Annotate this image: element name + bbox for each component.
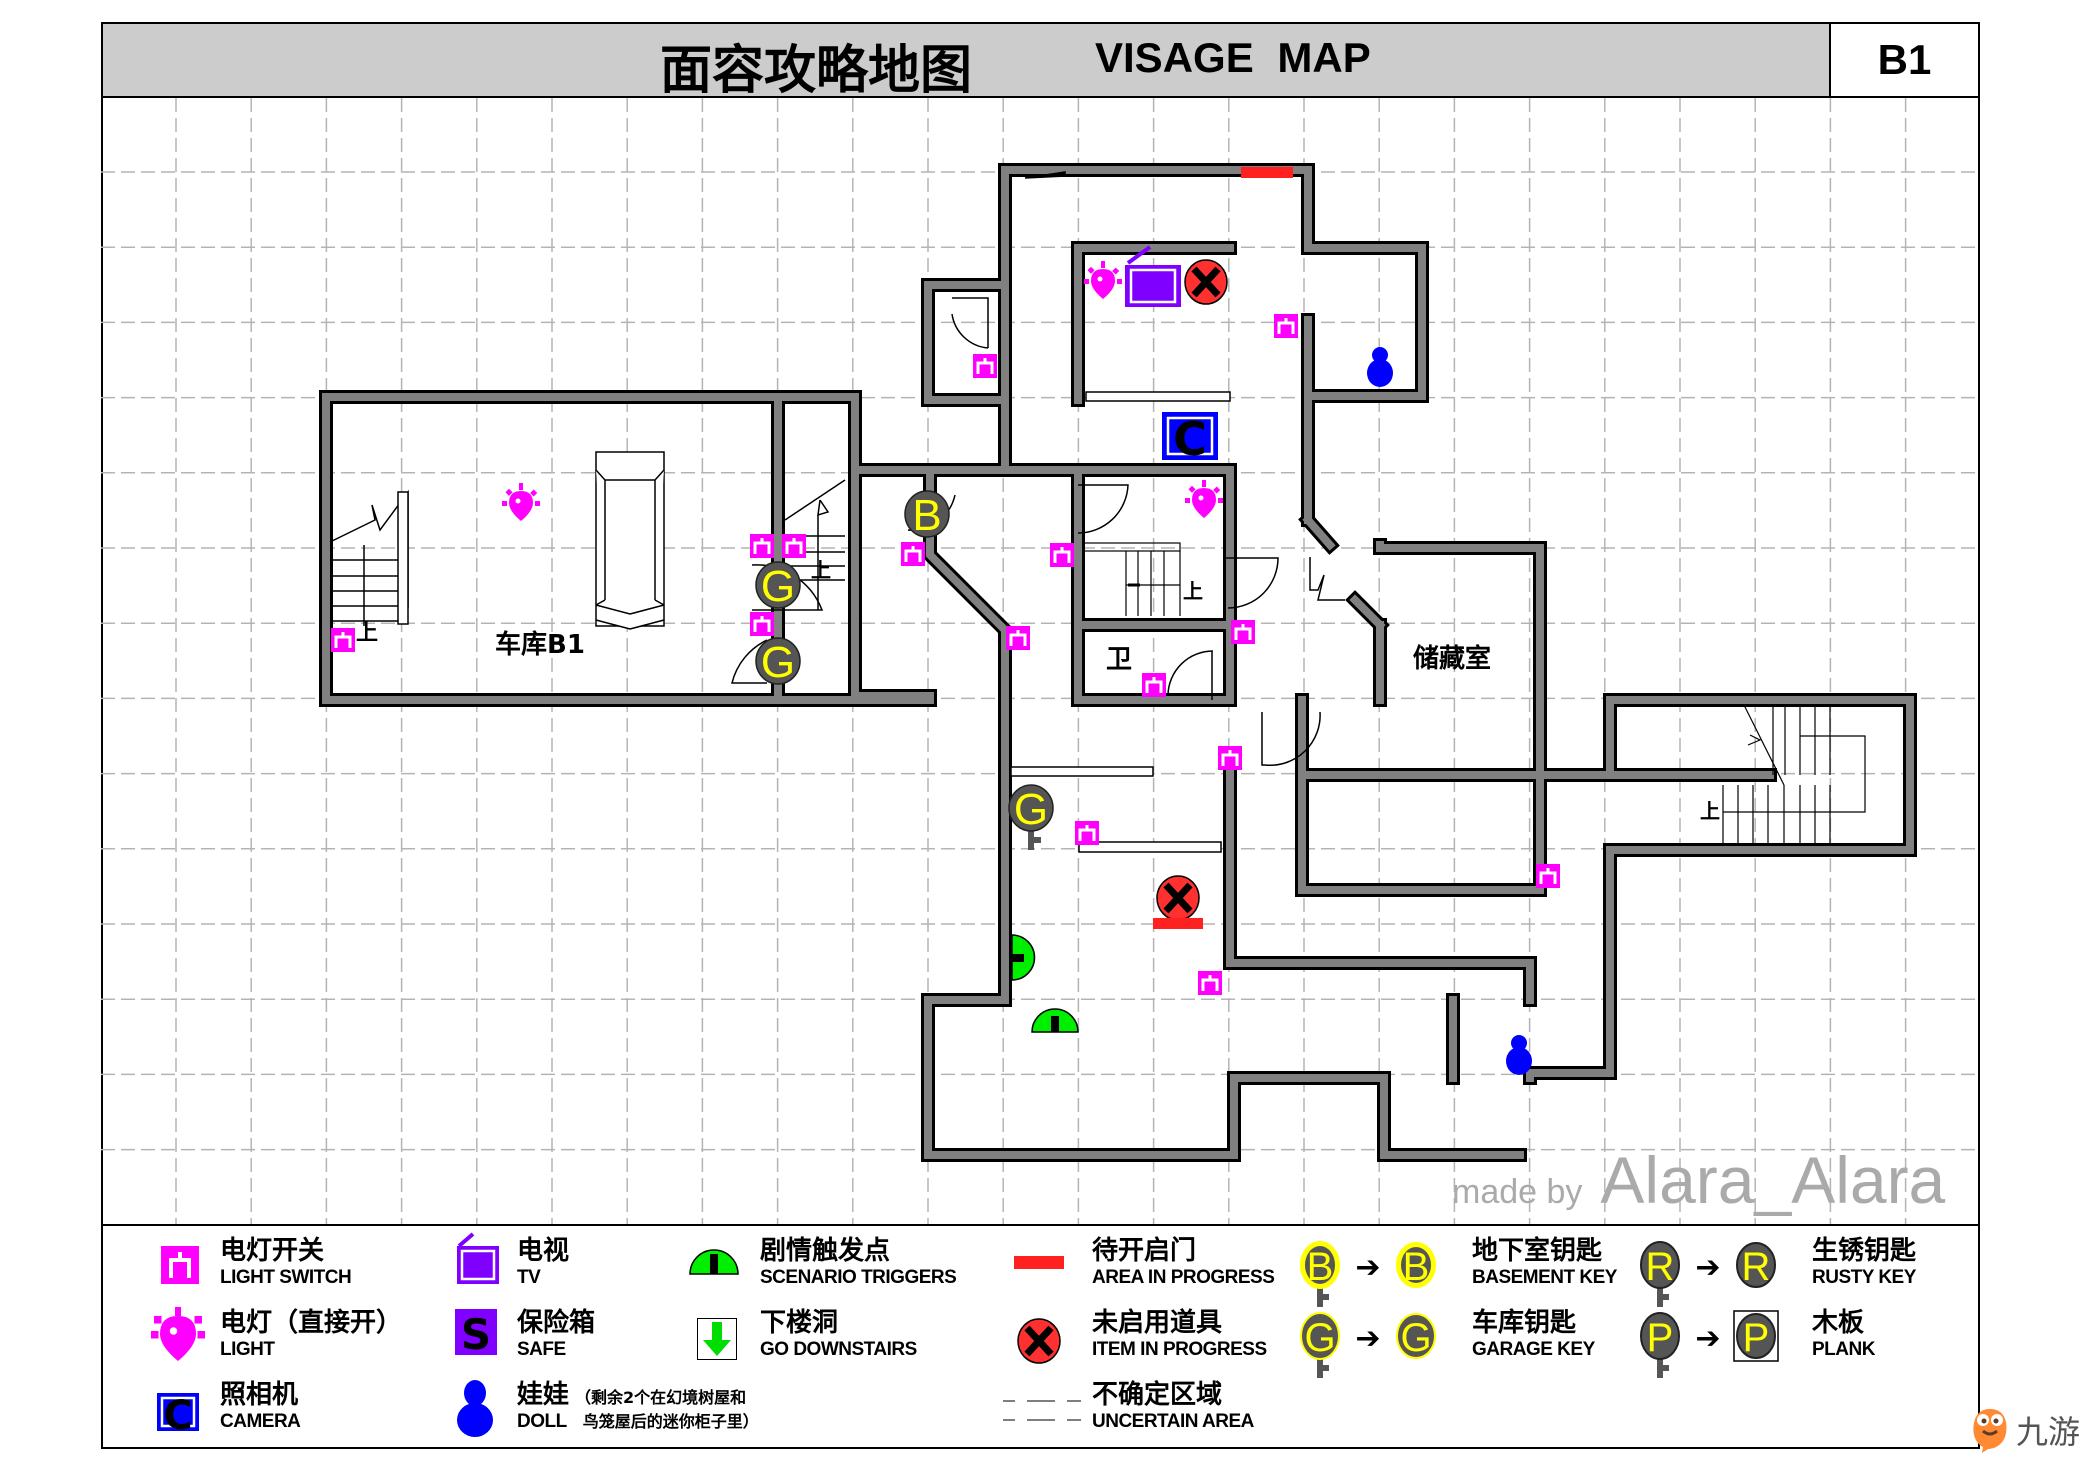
legend-divider — [101, 1224, 1980, 1226]
key-letter: G — [761, 562, 795, 611]
area-in-progress-icon — [1014, 1256, 1064, 1269]
stair-label: 上 — [1183, 579, 1203, 603]
bathroom-stairs — [1083, 542, 1181, 616]
site-logo: 九游 — [1970, 1405, 2080, 1455]
key-letter: B — [912, 491, 941, 540]
light-switch-icon — [1272, 312, 1300, 340]
wall — [1001, 166, 1312, 474]
stair-label: 上 — [811, 558, 831, 582]
scenario-trigger-icon — [1031, 1008, 1079, 1033]
uncertain-area-icon — [1003, 1400, 1081, 1421]
logo-text: 九游 — [2016, 1413, 2081, 1451]
scenario-trigger-icon — [689, 1249, 739, 1275]
light-switch-icon — [1073, 819, 1101, 847]
light-switch-icon — [1140, 671, 1168, 699]
legend-item-uncertain-area: 不确定区域 UNCERTAIN AREA — [1092, 1380, 1254, 1432]
light-switch-icon — [748, 610, 776, 638]
room-label-storage: 储藏室 — [1413, 643, 1491, 674]
light-icon — [151, 1307, 205, 1361]
garage-stairs-left — [329, 489, 409, 626]
legend-item-plank: 木板 PLANK — [1812, 1308, 1875, 1360]
legend-item-basement-key: 地下室钥匙 BASEMENT KEY — [1472, 1236, 1617, 1288]
wall-outline — [1295, 693, 1547, 897]
garage-stairs-label-group: 上 — [356, 621, 378, 646]
stair-label: 上 — [356, 621, 378, 646]
doll-icon — [1506, 1035, 1532, 1075]
svg-text:C: C — [1173, 412, 1207, 466]
camera-icon: C — [1162, 412, 1218, 466]
wall-outline — [921, 278, 1012, 407]
light-switch-icon — [1229, 618, 1257, 646]
light-switch-icon — [1004, 624, 1032, 652]
legend-item-garage-key: 车库钥匙 GARAGE KEY — [1472, 1308, 1595, 1360]
basement-key-door-icon: B — [904, 490, 950, 540]
wall — [1298, 541, 1544, 894]
go-downstairs-icon — [697, 1318, 737, 1360]
doll-icon — [1367, 347, 1393, 387]
light-switch-icon — [1048, 541, 1076, 569]
car — [595, 451, 665, 630]
doll-icon — [457, 1380, 493, 1437]
wall — [1226, 756, 1534, 1004]
light-icon — [1185, 480, 1223, 518]
safe-icon: S — [455, 1309, 497, 1355]
key-letter: G — [1014, 785, 1048, 834]
mascot-icon — [1973, 1409, 2007, 1453]
light-switch-icon — [971, 352, 999, 380]
legend-item-doll: 娃娃 （剩余2个在幻境树屋和 DOLL 鸟笼屋后的迷你柜子里） — [517, 1380, 759, 1432]
garage-key-door-icon: G — [755, 561, 801, 611]
author-watermark: made by Alara_Alara — [1452, 1142, 1945, 1218]
watermark-prefix: made by — [1452, 1173, 1583, 1211]
light-switch-icon — [899, 540, 927, 568]
legend-item-light: 电灯（直接开） LIGHT — [220, 1308, 403, 1360]
wall — [924, 281, 1009, 404]
garage-key-item-icon: G — [1008, 784, 1054, 850]
tv-icon — [1125, 245, 1181, 307]
wall-outline — [1603, 693, 1777, 782]
camera-icon: C — [157, 1393, 199, 1432]
svg-text:S: S — [461, 1310, 491, 1355]
legend-item-camera: 照相机 CAMERA — [220, 1380, 301, 1432]
grid-lines — [101, 98, 1980, 1224]
legend-item-go-downstairs: 下楼洞 GO DOWNSTAIRS — [760, 1308, 917, 1360]
light-switch-icon — [1196, 969, 1224, 997]
legend-item-safe: 保险箱 SAFE — [517, 1308, 596, 1360]
watermark-author: Alara_Alara — [1600, 1143, 1946, 1217]
wall-outline — [998, 163, 1315, 477]
tv-icon — [457, 1232, 499, 1284]
room-label-garage: 车库B1 — [495, 629, 585, 660]
light-switch-icon — [1216, 744, 1244, 772]
light-icon — [1084, 261, 1122, 299]
key-letter: G — [761, 638, 795, 687]
item-in-progress-icon — [1185, 260, 1227, 304]
legend-item-rusty-key: 生锈钥匙 RUSTY KEY — [1812, 1236, 1917, 1288]
legend-item-scenario-triggers: 剧情触发点 SCENARIO TRIGGERS — [760, 1236, 957, 1288]
legend-item-light-switch: 电灯开关 LIGHT SWITCH — [220, 1236, 352, 1288]
item-in-progress-with-bar — [1153, 876, 1203, 929]
wall-outline — [1295, 538, 1547, 897]
legend-item-item-in-progress: 未启用道具 ITEM IN PROGRESS — [1092, 1308, 1267, 1360]
area-in-progress-door — [1241, 167, 1293, 178]
room-label-bathroom: 卫 — [1106, 645, 1132, 675]
wall — [1298, 696, 1544, 894]
light-icon — [502, 483, 540, 521]
light-switch-icon — [748, 532, 776, 560]
light-switch-icon — [1534, 862, 1562, 890]
stair-label: 上 — [1700, 799, 1720, 823]
svg-text:C: C — [163, 1393, 192, 1432]
garage-key-door-icon: G — [755, 637, 801, 687]
light-switch-icon — [780, 532, 808, 560]
zigzag-opening — [1309, 557, 1345, 601]
item-in-progress-icon — [1017, 1318, 1061, 1364]
light-switch-icon — [329, 626, 357, 654]
wall — [1606, 696, 1774, 779]
legend-item-tv: 电视 TV — [517, 1236, 570, 1288]
wall — [1302, 514, 1386, 631]
light-switch-icon — [161, 1246, 199, 1284]
scenario-trigger-side — [1011, 934, 1036, 981]
legend-item-area-in-progress: 待开启门 AREA IN PROGRESS — [1092, 1236, 1275, 1288]
